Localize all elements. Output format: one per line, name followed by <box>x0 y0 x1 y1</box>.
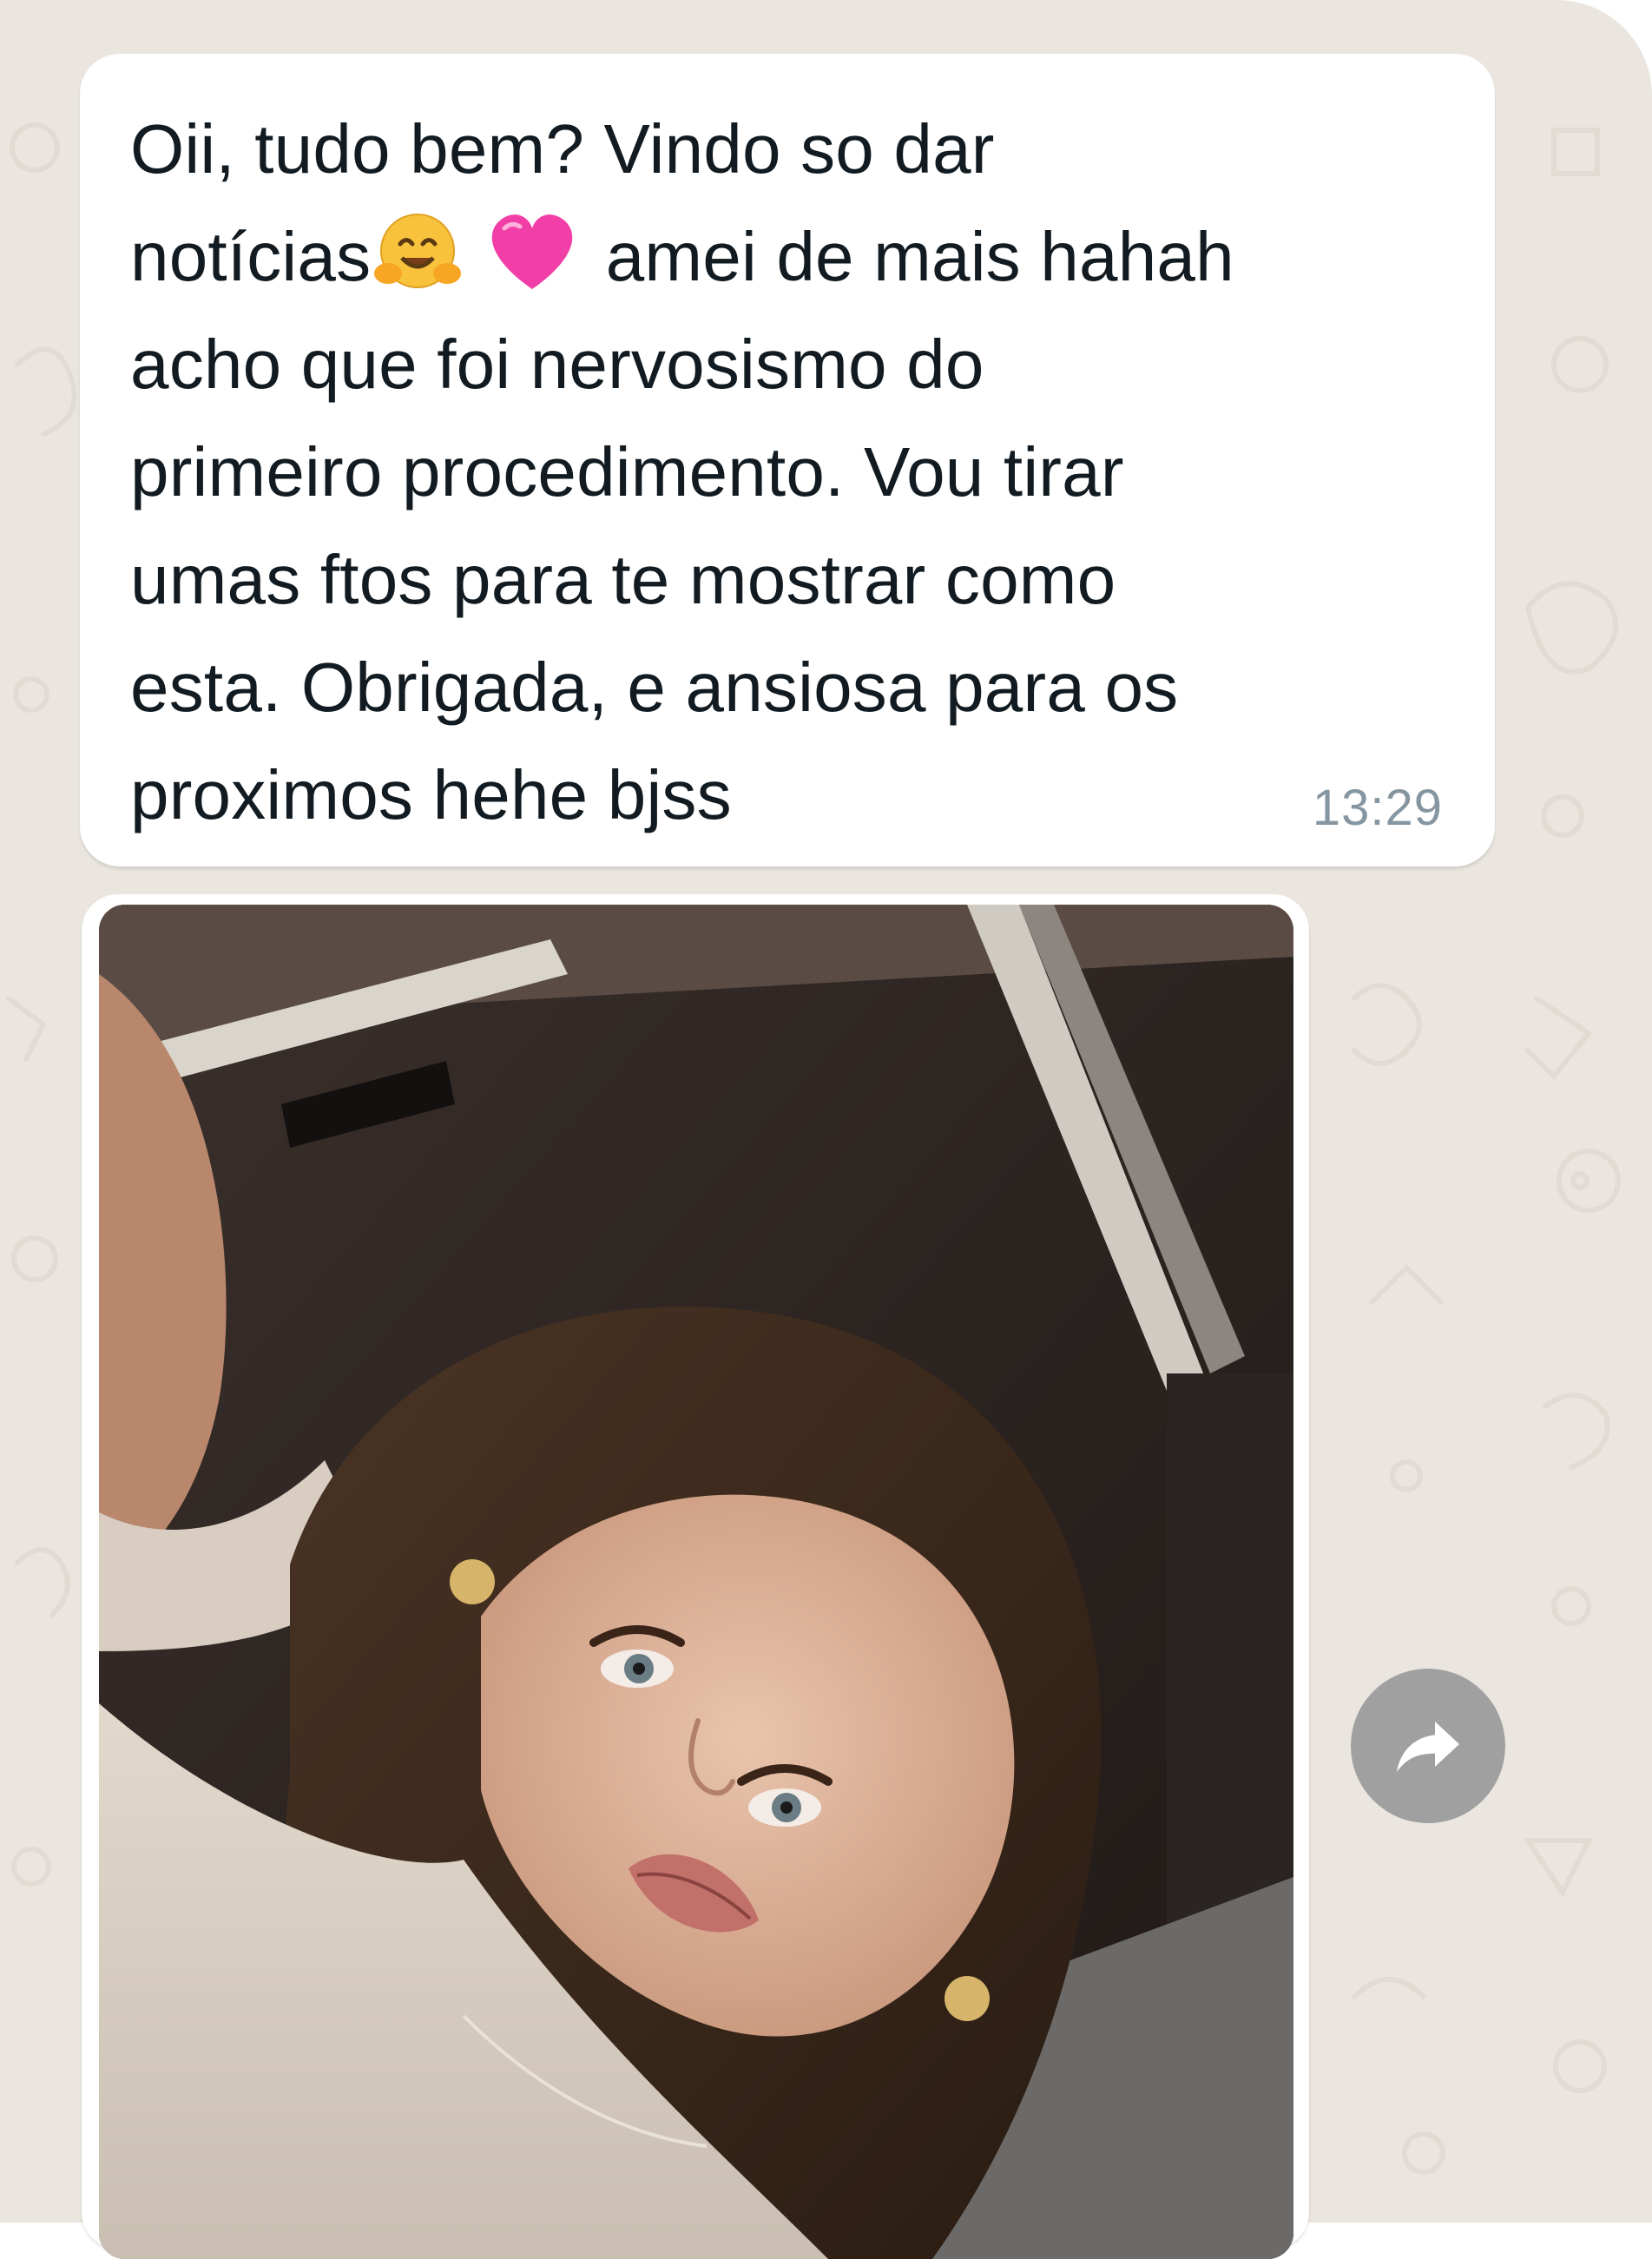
pink-heart-emoji-icon <box>478 209 586 293</box>
message-text: Oii, tudo bem? Vindo so dar notícias ame… <box>130 95 1443 849</box>
message-line: notícias <box>130 218 372 295</box>
incoming-message-bubble[interactable]: Oii, tudo bem? Vindo so dar notícias ame… <box>80 54 1495 866</box>
message-timestamp: 13:29 <box>1312 780 1443 836</box>
photo-message-bubble[interactable] <box>82 894 1309 2259</box>
message-line: proximos hehe bjss <box>130 756 732 833</box>
selfie-photo[interactable] <box>99 905 1293 2259</box>
message-line: primeiro procedimento. Vou tirar <box>130 433 1124 510</box>
message-line: umas ftos para te mostrar como <box>130 541 1116 618</box>
message-line: acho que foi nervosismo do <box>130 326 984 403</box>
message-line: esta. Obrigada, e ansiosa para os <box>130 649 1179 726</box>
hugging-face-emoji-icon <box>371 209 478 293</box>
message-line: amei de mais hahah <box>586 218 1234 295</box>
message-line: Oii, tudo bem? Vindo so dar <box>130 110 995 188</box>
forward-arrow-icon <box>1397 1722 1459 1772</box>
forward-button[interactable] <box>1351 1669 1505 1823</box>
